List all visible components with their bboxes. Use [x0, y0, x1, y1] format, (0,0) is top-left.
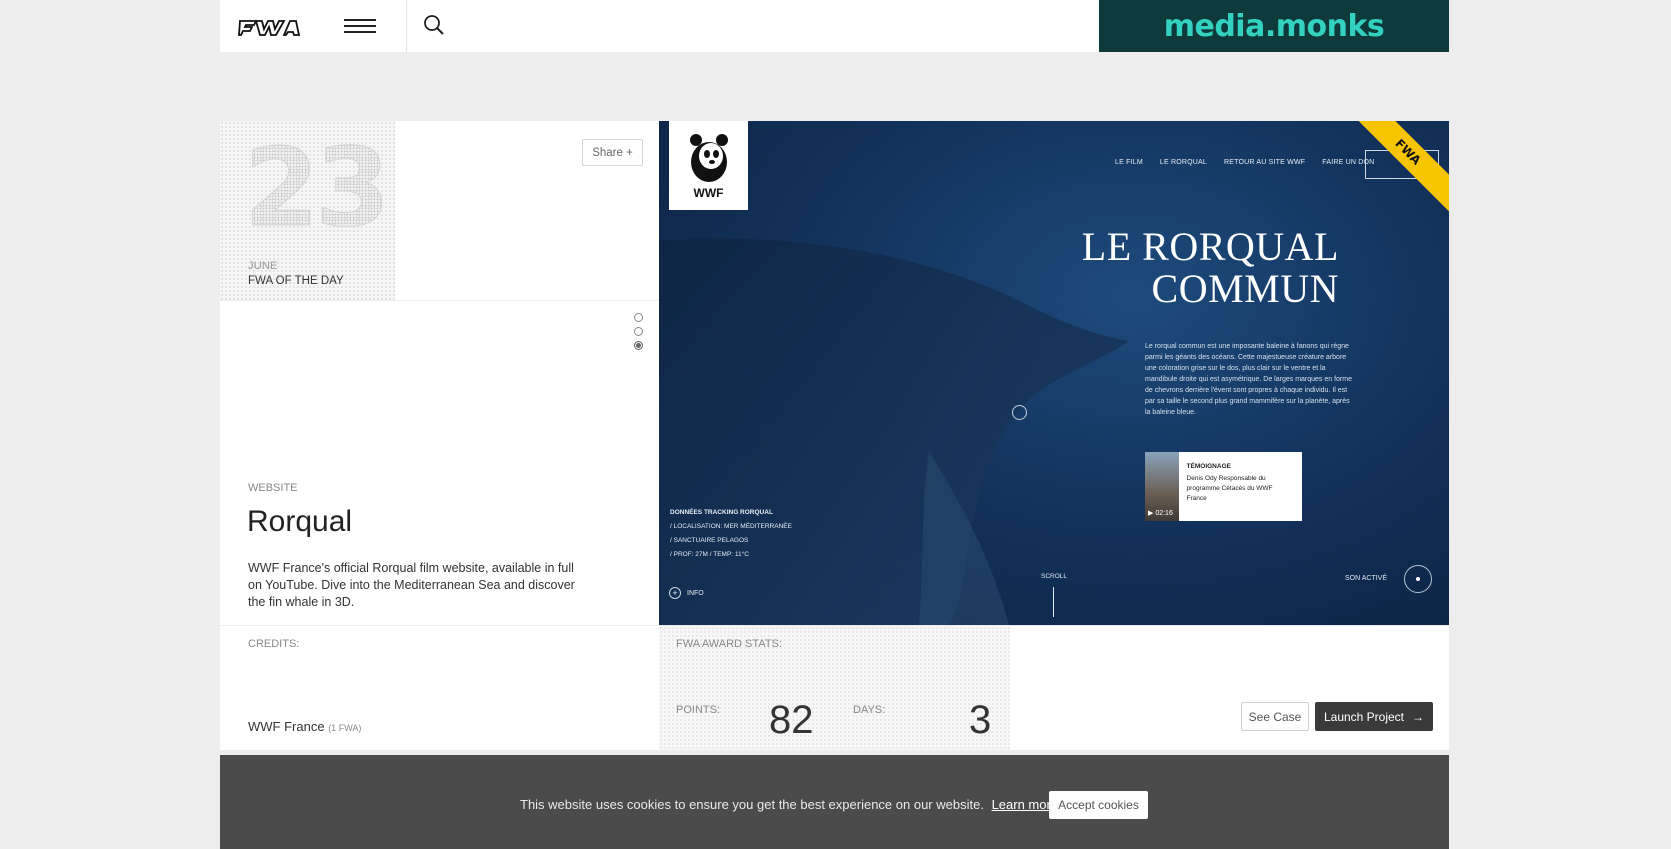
cookie-text: This website uses cookies to ensure you … — [520, 797, 984, 812]
month-label: JUNE — [248, 260, 278, 272]
hamburger-menu-icon[interactable] — [344, 16, 378, 36]
slide-dot-2[interactable] — [634, 327, 643, 336]
testimony-card[interactable]: ▶ 02:16 TÉMOIGNAGE Denis Ody Responsable… — [1145, 452, 1302, 521]
play-icon: ▶ 02:16 — [1148, 510, 1173, 517]
launch-label: Launch Project — [1323, 709, 1405, 724]
points-label: POINTS: — [676, 704, 721, 716]
hero-nav-item[interactable]: LE RORQUAL — [1160, 159, 1207, 166]
share-button[interactable]: Share + — [582, 139, 643, 166]
hero-title-line: LE RORQUAL — [1081, 224, 1339, 269]
divider — [220, 300, 659, 301]
scroll-label: SCROLL — [1041, 573, 1068, 580]
hero-paragraph: Le rorqual commun est une imposante bale… — [1145, 343, 1352, 416]
wwf-logo[interactable]: WWF — [669, 121, 748, 210]
launch-project-button[interactable]: Launch Project → — [1315, 702, 1433, 731]
plus-icon: + — [669, 587, 681, 599]
tracking-line: / LOCALISATION: MER MÉDITERRANÉE — [670, 523, 792, 530]
arrow-right-icon: → — [1412, 709, 1425, 724]
info-button[interactable]: + INFO — [669, 587, 704, 599]
credit-name: WWF France — [248, 719, 325, 734]
tracking-line: / SANCTUAIRE PELAGOS — [670, 537, 749, 544]
project-title: Rorqual — [247, 505, 353, 538]
header-divider — [406, 0, 407, 52]
project-screenshot[interactable]: WWF LE FILM LE RORQUAL RETOUR AU SITE WW… — [659, 121, 1449, 625]
testimony-text: TÉMOIGNAGE Denis Ody Responsable du prog… — [1179, 452, 1302, 521]
cookie-message: This website uses cookies to ensure you … — [520, 797, 1058, 812]
points-value: 82 — [769, 698, 814, 742]
panda-icon — [689, 133, 728, 182]
actions-panel: See Case Launch Project → — [1010, 625, 1449, 750]
fwa-logo[interactable] — [238, 15, 300, 37]
sponsor-banner[interactable]: media.monks — [1099, 0, 1449, 52]
days-label: DAYS: — [853, 704, 886, 716]
sound-label: SON ACTIVÉ — [1345, 575, 1388, 582]
testimony-body: Denis Ody Responsable du programme Cétac… — [1186, 475, 1273, 502]
testimony-title: TÉMOIGNAGE — [1186, 463, 1231, 470]
scroll-indicator — [1053, 587, 1054, 617]
slide-dots — [634, 313, 643, 350]
sound-toggle-icon[interactable] — [1404, 565, 1432, 593]
project-info-card: 23 JUNE FWA OF THE DAY Share + WEBSITE R… — [220, 121, 659, 625]
credit-count: (1 FWA) — [328, 723, 362, 733]
date-box: 23 JUNE FWA OF THE DAY — [220, 121, 395, 300]
search-icon[interactable] — [423, 14, 447, 38]
project-category: WEBSITE — [248, 482, 298, 494]
days-value: 3 — [969, 698, 992, 742]
credits-panel: CREDITS: WWF France (1 FWA) — [220, 625, 659, 750]
tracking-line: / PROF: 27M / TEMP: 11°C — [670, 551, 749, 558]
cookie-banner: This website uses cookies to ensure you … — [220, 755, 1449, 849]
slide-dot-3[interactable] — [634, 341, 643, 350]
day-number: 23 — [243, 126, 390, 251]
fwa-logo-icon — [238, 20, 300, 36]
wwf-logo-text: WWF — [693, 185, 724, 200]
top-navigation-bar — [220, 0, 1099, 52]
credit-entry[interactable]: WWF France (1 FWA) — [248, 719, 361, 734]
see-case-button[interactable]: See Case — [1241, 702, 1309, 731]
award-label: FWA OF THE DAY — [248, 275, 344, 287]
project-description: WWF France's official Rorqual film websi… — [248, 561, 575, 609]
tracking-data: DONNÉES TRACKING RORQUAL / LOCALISATION:… — [670, 506, 792, 562]
cursor-ring-icon — [1012, 405, 1027, 420]
slide-dot-1[interactable] — [634, 313, 643, 322]
stats-label: FWA AWARD STATS: — [676, 638, 782, 650]
hero-nav: LE FILM LE RORQUAL RETOUR AU SITE WWF FA… — [1115, 159, 1374, 166]
hero-title-line: COMMUN — [1151, 266, 1339, 311]
tracking-title: DONNÉES TRACKING RORQUAL — [670, 509, 773, 516]
hero-nav-item[interactable]: RETOUR AU SITE WWF — [1224, 159, 1305, 166]
hero-nav-item[interactable]: LE FILM — [1115, 159, 1143, 166]
credits-label: CREDITS: — [248, 638, 300, 650]
award-stats-panel: FWA AWARD STATS: POINTS: 82 DAYS: 3 — [659, 625, 1010, 750]
info-label: INFO — [687, 589, 704, 597]
hero-title: LE RORQUAL COMMUN — [1039, 226, 1339, 310]
testimony-photo: ▶ 02:16 — [1145, 452, 1179, 521]
accept-cookies-button[interactable]: Accept cookies — [1049, 791, 1148, 819]
sponsor-name: media.monks — [1163, 8, 1385, 44]
